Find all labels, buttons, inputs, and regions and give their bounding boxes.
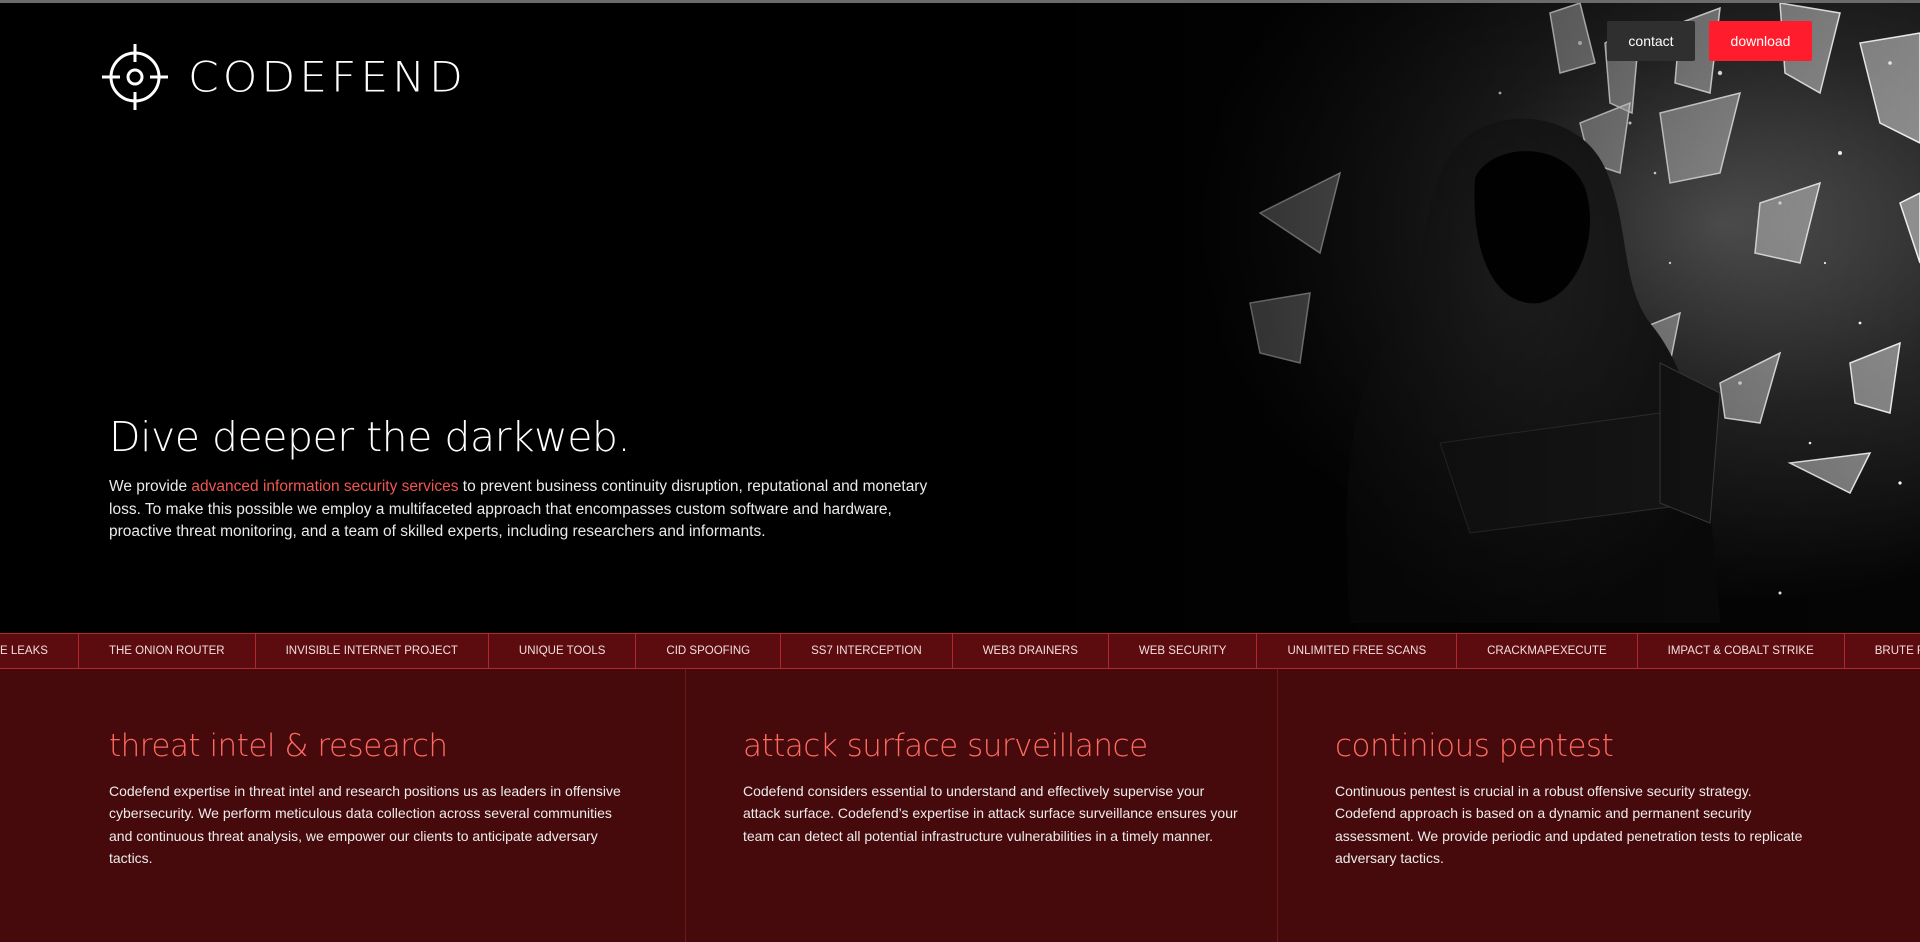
crosshair-icon: [102, 44, 168, 110]
contact-button[interactable]: contact: [1607, 21, 1695, 61]
service-title: threat intel & research: [109, 728, 448, 764]
ticker-item: BRUTE RATEL: [1845, 634, 1920, 668]
brand-logo[interactable]: CODEFEND: [100, 41, 467, 113]
hero-title: Dive deeper the darkweb.: [109, 413, 630, 461]
ticker-item: WEB3 DRAINERS: [953, 634, 1109, 668]
download-button[interactable]: download: [1709, 21, 1812, 61]
hooded-hacker-illustration: [1020, 3, 1920, 633]
hero-description-lead: We provide: [109, 478, 192, 495]
ticker-item: UNLIMITED FREE SCANS: [1257, 634, 1458, 668]
service-description: Codefend expertise in threat intel and r…: [109, 783, 621, 866]
hero-section: CODEFEND contact download Dive deeper th…: [0, 3, 1920, 633]
ticker-item: INVISIBLE INTERNET PROJECT: [256, 634, 489, 668]
ticker-item: SS7 INTERCEPTION: [781, 634, 953, 668]
ticker-item: CRACKMAPEXECUTE: [1457, 634, 1638, 668]
ticker-item: WEB SECURITY: [1109, 634, 1258, 668]
service-column: continious pentest Continuous pentest is …: [1278, 669, 1920, 942]
top-nav: contact download: [1607, 21, 1812, 61]
service-title: attack surface surveillance: [743, 728, 1148, 764]
service-column: threat intel & research Codefend expertis…: [0, 669, 686, 942]
ticker-item: UNIQUE TOOLS: [489, 634, 637, 668]
hero-description: We provide advanced information security…: [109, 476, 949, 544]
service-description: Continuous pentest is crucial in a robus…: [1335, 783, 1803, 866]
service-title: continious pentest: [1335, 728, 1614, 764]
ticker-item: IMPACT & COBALT STRIKE: [1638, 634, 1845, 668]
ticker-item: CID SPOOFING: [636, 634, 782, 668]
hero-description-highlight: advanced information security services: [191, 478, 459, 495]
service-column: attack surface surveillance Codefend cons…: [686, 669, 1278, 942]
brand-wordmark: CODEFEND: [188, 52, 467, 102]
feature-ticker: E LEAKS THE ONION ROUTER INVISIBLE INTERNE…: [0, 633, 1920, 669]
ticker-item: E LEAKS: [0, 634, 79, 668]
service-description: Codefend considers essential to understa…: [743, 783, 1238, 844]
services-section: threat intel & research Codefend expertis…: [0, 669, 1920, 942]
ticker-track: E LEAKS THE ONION ROUTER INVISIBLE INTERNE…: [0, 634, 1920, 668]
ticker-item: THE ONION ROUTER: [79, 634, 256, 668]
